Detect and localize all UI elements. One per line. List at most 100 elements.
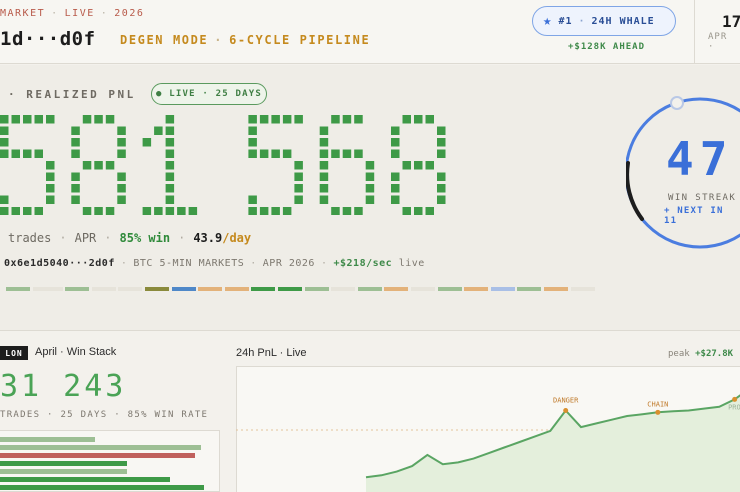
digit-pixel [354,115,363,124]
digit-pixel [165,172,175,181]
digit-pixel [165,115,175,124]
digit-pixel [46,172,55,181]
digit-pixel [117,149,126,158]
activity-segment [32,287,63,291]
digit-pixel [46,184,55,193]
digit-pixel [82,161,92,170]
activity-segment [278,287,302,291]
digit-pixel [23,207,32,216]
digit-pixel [248,138,257,147]
digit-pixel [71,184,80,193]
digit-pixel [259,115,269,124]
digit-pixel [105,115,115,124]
digit-pixel [248,149,257,158]
eyebrow-market: MARKET [0,8,46,19]
digit-pixel [165,161,175,170]
digit-pixel [71,126,80,135]
status-label: live [398,258,425,269]
digit-pixel [294,184,303,193]
digit-pixel [0,195,9,204]
mode-pipeline: 6-CYCLE PIPELINE [229,33,371,47]
digit-pixel [365,184,375,193]
digit-pixel [11,207,20,216]
big-pnl-number [0,115,600,219]
wallet-address[interactable]: 0x6e1d5040···2d0f [4,258,115,269]
side-stat-value: 17 [722,12,740,31]
header-divider [694,0,695,64]
address-line: 0x6e1d5040···2d0f · BTC 5-MIN MARKETS · APR … [4,258,425,269]
digit-pixel [319,172,329,181]
digit-pixel [46,161,55,170]
eyebrow: MARKET · LIVE · 2026 [0,8,145,19]
digit-pixel [0,126,9,135]
digit-pixel [94,161,103,170]
profit-marker [732,396,738,402]
chart-peak: peak +$27.8K [668,349,734,359]
digit-pixel [271,115,280,124]
digit-pixel [319,126,329,135]
digit-pixel [342,207,352,216]
digit-pixel [34,207,43,216]
activity-segment [6,287,30,291]
digit-pixel [0,115,9,124]
april-win-stack-panel: LON April · Win Stack 31 243 TRADES · 25… [0,332,226,492]
digit-pixel [0,149,9,158]
digit-pixel [391,126,400,135]
digit-pixel [365,195,375,204]
digit-pixel [414,161,423,170]
activity-segment [544,287,568,291]
digit-pixel [154,207,163,216]
streak-next: + NEXT IN 11 [664,206,724,226]
digit-pixel [248,115,257,124]
digit-pixel [0,207,9,216]
digit-pixel [11,115,20,124]
digit-pixel [105,207,115,216]
activity-segment [570,287,595,291]
whale-badge-button[interactable]: ★ #1 · 24H WHALE [532,6,676,36]
side-stat-label: APR · [708,32,728,52]
digit-pixel [71,149,80,158]
whale-label: 24H WHALE [591,15,655,27]
digit-pixel [391,195,400,204]
digit-pixel [94,115,103,124]
activity-segment [357,287,382,291]
digit-pixel [425,161,434,170]
digit-pixel [319,161,329,170]
digit-pixel [105,161,115,170]
pnl-label: · REALIZED PNL [8,88,136,101]
activity-segment [384,287,409,291]
april-value: 31 243 [0,369,127,404]
digit-pixel [248,195,257,204]
digit-pixel [425,207,434,216]
activity-segment [198,287,223,291]
hero-panel: · REALIZED PNL ● LIVE · 25 DAYS trades · A… [0,65,740,331]
win-stack-bar [0,485,204,490]
live-pill: ● LIVE · 25 DAYS [151,83,267,105]
digit-pixel [34,149,43,158]
digit-pixel [282,149,292,158]
activity-segment [437,287,462,291]
digit-pixel [437,149,446,158]
stats-line: trades · APR · 85% win · 43.9/day [8,231,252,245]
digit-pixel [391,172,400,181]
digit-pixel [46,115,55,124]
digit-pixel [331,207,340,216]
activity-segment [65,287,90,291]
digit-pixel [437,172,446,181]
digit-pixel [282,115,292,124]
digit-pixel [294,161,303,170]
stats-win-rate: 85% win [119,231,171,245]
win-stack-bar [0,477,170,482]
digit-pixel [165,149,175,158]
digit-pixel [188,207,198,216]
digit-pixel [342,115,352,124]
digit-pixel [319,149,329,158]
digit-pixel [259,149,269,158]
activity-segment [331,287,356,291]
digit-pixel [165,126,175,135]
digit-pixel [402,115,411,124]
digit-pixel [71,138,80,147]
star-icon: ★ [543,13,553,29]
digit-pixel [271,149,280,158]
digit-pixel [248,126,257,135]
